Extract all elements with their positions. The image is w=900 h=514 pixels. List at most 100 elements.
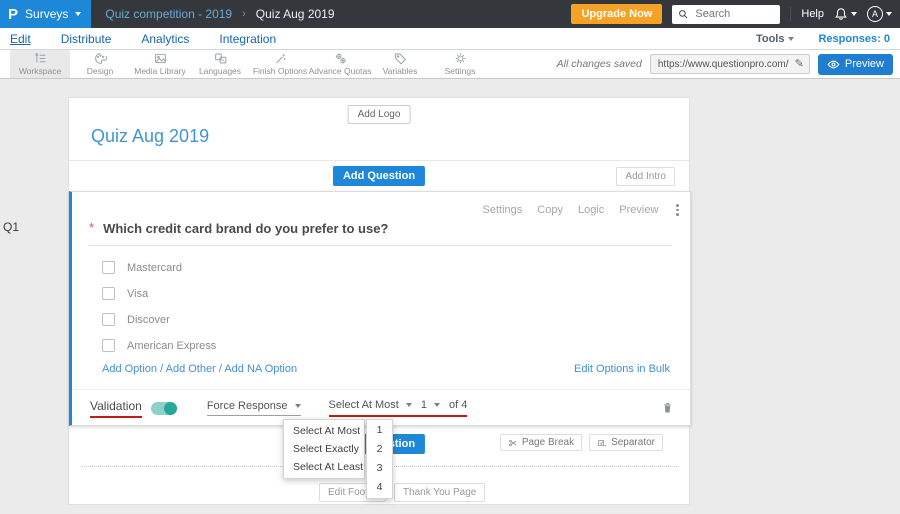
page-break-separator-group: Page Break Separator <box>499 434 663 451</box>
count-dropdown[interactable]: 1 <box>421 399 440 411</box>
add-question-button-top[interactable]: Add Question <box>332 166 426 186</box>
search-input[interactable] <box>693 7 775 21</box>
account-menu[interactable]: A <box>867 6 892 22</box>
responses-count[interactable]: Responses: 0 <box>818 33 890 45</box>
option-row: American Express <box>102 339 216 352</box>
toolbar-label: Advance Quotas <box>308 66 372 76</box>
chevron-down-icon <box>788 36 795 41</box>
survey-url-input[interactable] <box>655 57 791 71</box>
avatar: A <box>867 6 883 22</box>
subnav-right: Tools Responses: 0 <box>756 33 890 45</box>
validation-label: Validation <box>90 399 142 418</box>
thank-you-page-button[interactable]: Thank You Page <box>393 483 486 502</box>
rule-option[interactable]: Select Exactly <box>284 440 364 458</box>
option-checkbox[interactable] <box>102 339 115 352</box>
image-icon <box>154 53 166 64</box>
add-logo-button[interactable]: Add Logo <box>347 105 411 124</box>
question-card: Settings Copy Logic Preview * Which cred… <box>69 191 691 426</box>
validation-divider <box>72 389 690 390</box>
toolbar-item-media-library[interactable]: Media Library <box>130 50 190 78</box>
breadcrumb-parent[interactable]: Quiz competition - 2019 <box>105 7 232 21</box>
chevron-down-icon <box>433 403 440 407</box>
product-menu[interactable]: P Surveys <box>0 0 92 28</box>
option-label[interactable]: Mastercard <box>127 262 182 274</box>
toolbar-label: Media Library <box>134 66 186 76</box>
option-checkbox[interactable] <box>102 287 115 300</box>
breadcrumb-separator-icon: › <box>242 8 246 20</box>
question-logic-link[interactable]: Logic <box>578 204 604 216</box>
magic-wand-icon <box>275 53 285 64</box>
tools-menu[interactable]: Tools <box>756 33 795 45</box>
chevron-down-icon <box>75 12 82 16</box>
page-break-button[interactable]: Page Break <box>499 434 583 451</box>
toolbar-item-finish-options[interactable]: Finish Options <box>250 50 310 78</box>
count-value: 1 <box>420 399 427 411</box>
add-other-link[interactable]: Add Other <box>166 363 216 375</box>
option-label[interactable]: Discover <box>127 314 170 326</box>
toolbar-item-variables[interactable]: Variables <box>370 50 430 78</box>
question-settings-link[interactable]: Settings <box>483 204 523 216</box>
delete-question-button[interactable] <box>661 401 674 415</box>
count-option[interactable]: 3 <box>367 459 392 478</box>
edit-url-pencil-icon[interactable]: ✎ <box>795 58 804 70</box>
add-na-option-link[interactable]: Add NA Option <box>224 363 297 375</box>
question-text[interactable]: Which credit card brand do you prefer to… <box>103 221 388 236</box>
count-dropdown-menu: 1 2 3 4 <box>366 419 393 499</box>
toolbar-item-design[interactable]: Design <box>70 50 130 78</box>
count-option[interactable]: 2 <box>367 440 392 459</box>
questionpro-logo-icon: P <box>8 5 19 23</box>
of-total-label: of 4 <box>448 399 468 411</box>
topbar-divider <box>790 7 792 21</box>
option-checkbox[interactable] <box>102 261 115 274</box>
notifications-button[interactable] <box>834 7 857 21</box>
add-intro-button[interactable]: Add Intro <box>616 167 675 186</box>
toolbar-item-workspace[interactable]: Workspace <box>10 50 70 78</box>
toolbar-label: Variables <box>382 66 418 76</box>
rule-dropdown[interactable]: Select At Most <box>329 399 412 411</box>
question-preview-link[interactable]: Preview <box>619 204 658 216</box>
tab-distribute[interactable]: Distribute <box>61 32 112 46</box>
force-response-dropdown[interactable]: Force Response <box>206 400 301 416</box>
rule-option[interactable]: Select At Most <box>284 422 364 440</box>
title-divider <box>69 160 689 161</box>
product-menu-label: Surveys <box>25 7 69 21</box>
workspace-icon <box>34 53 45 63</box>
toolbar-label: Finish Options <box>252 66 308 76</box>
answer-options: Mastercard Visa Discover American Expres… <box>102 261 216 352</box>
search-box[interactable] <box>672 4 781 24</box>
tab-edit[interactable]: Edit <box>10 32 31 46</box>
separator-button[interactable]: Separator <box>589 434 663 451</box>
count-option[interactable]: 4 <box>367 478 392 497</box>
survey-title[interactable]: Quiz Aug 2019 <box>91 126 209 147</box>
toolbar-item-languages[interactable]: A Languages <box>190 50 250 78</box>
option-add-links: Add Option / Add Other / Add NA Option <box>102 363 297 375</box>
preview-button[interactable]: Preview <box>817 53 893 75</box>
validation-toggle[interactable] <box>150 401 177 415</box>
chevron-down-icon <box>294 404 301 408</box>
svg-text:A: A <box>221 58 224 63</box>
count-option[interactable]: 1 <box>367 421 392 440</box>
tools-label: Tools <box>755 32 785 45</box>
editor-toolbar: Workspace Design Media Library A Languag… <box>0 50 900 79</box>
toolbar-item-settings[interactable]: Settings <box>430 50 490 78</box>
option-label[interactable]: American Express <box>127 340 216 352</box>
rule-option[interactable]: Select At Least <box>284 458 364 476</box>
option-label[interactable]: Visa <box>127 288 148 300</box>
add-option-link[interactable]: Add Option <box>102 363 157 375</box>
toolbar-label: Design <box>86 66 114 76</box>
search-icon <box>679 10 688 19</box>
preview-label: Preview <box>844 58 884 70</box>
kebab-menu-icon[interactable] <box>673 203 682 217</box>
help-link[interactable]: Help <box>801 8 824 20</box>
separator-label: Separator <box>611 437 655 448</box>
tab-analytics[interactable]: Analytics <box>141 32 189 46</box>
tab-integration[interactable]: Integration <box>219 32 276 46</box>
option-checkbox[interactable] <box>102 313 115 326</box>
toolbar-item-advance-quotas[interactable]: Advance Quotas <box>308 50 372 78</box>
tag-icon <box>394 53 406 65</box>
edit-options-in-bulk-link[interactable]: Edit Options in Bulk <box>574 363 670 375</box>
question-copy-link[interactable]: Copy <box>537 204 563 216</box>
upgrade-now-button[interactable]: Upgrade Now <box>571 4 663 24</box>
gear-icon <box>455 53 465 64</box>
trash-icon <box>664 403 671 413</box>
